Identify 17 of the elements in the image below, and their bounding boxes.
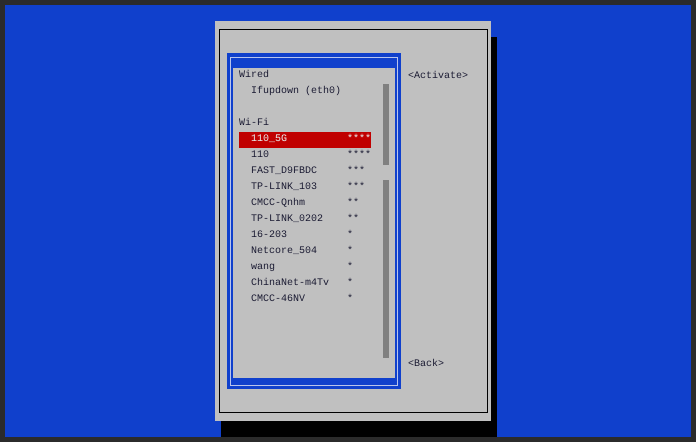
connection-item[interactable]: 110 ****	[239, 148, 371, 164]
connection-item[interactable]: FAST_D9FBDC ***	[239, 164, 371, 180]
connection-item[interactable]: 110_5G ****	[239, 132, 371, 148]
connection-item[interactable]: TP-LINK_103 ***	[239, 180, 371, 196]
connection-item[interactable]: wang *	[239, 260, 371, 276]
connection-item[interactable]: CMCC-Qnhm **	[239, 196, 371, 212]
connection-item[interactable]: ChinaNet-m4Tv *	[239, 276, 371, 292]
connection-item[interactable]: Netcore_504 *	[239, 244, 371, 260]
connection-item[interactable]: 16-203 *	[239, 228, 371, 244]
connection-item[interactable]: TP-LINK_0202 **	[239, 212, 371, 228]
dialog-button[interactable]: <Back>	[408, 357, 444, 373]
section-header: Wi-Fi	[239, 116, 270, 131]
dialog-button[interactable]: <Activate>	[408, 69, 468, 85]
section-header: Wired	[239, 68, 270, 83]
connection-item[interactable]: CMCC-46NV *	[239, 292, 371, 308]
connection-item[interactable]: Ifupdown (eth0)	[239, 84, 371, 100]
scrollbar[interactable]	[383, 84, 389, 358]
